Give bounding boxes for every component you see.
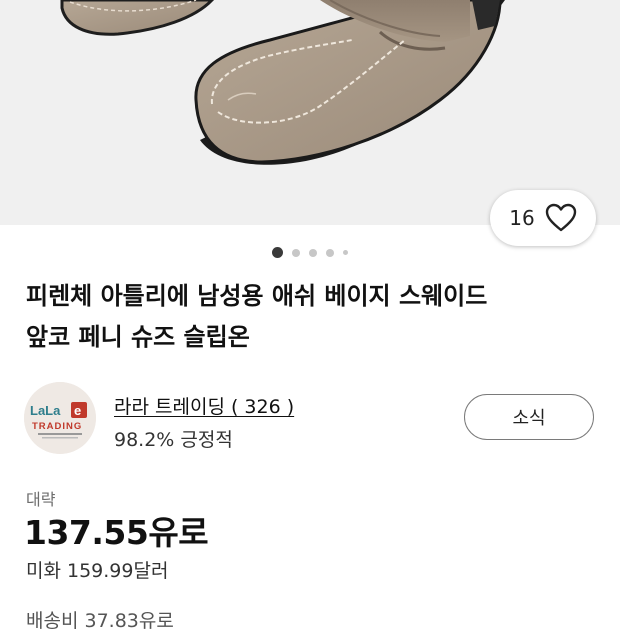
- seller-logo-text: LaLa: [30, 403, 61, 418]
- price: 137.55유로: [24, 513, 209, 552]
- product-title: 피렌체 아틀리에 남성용 애쉬 베이지 스웨이드 앞코 페니 슈즈 슬립온: [26, 276, 596, 358]
- product-title-line1: 피렌체 아틀리에 남성용 애쉬 베이지 스웨이드: [26, 282, 488, 310]
- gallery-dot[interactable]: [343, 250, 348, 255]
- gallery-dot-active[interactable]: [272, 247, 283, 258]
- like-button[interactable]: 16: [490, 190, 596, 246]
- follow-button[interactable]: 소식: [464, 394, 594, 440]
- gallery-dot[interactable]: [309, 248, 317, 257]
- gallery-indicator: [0, 247, 620, 258]
- gallery-dot[interactable]: [292, 248, 300, 257]
- seller-logo[interactable]: LaLa e TRADING: [24, 382, 96, 454]
- seller-logo-graphic: LaLa e TRADING: [24, 382, 96, 454]
- seller-logo-sub: TRADING: [32, 421, 82, 432]
- usd-price: 미화 159.99달러: [26, 560, 169, 582]
- seller-name-link[interactable]: 라라 트레이딩 ( 326 ): [114, 392, 294, 419]
- heart-icon: [545, 203, 576, 232]
- like-count: 16: [509, 206, 535, 230]
- product-title-line2: 앞코 페니 슈즈 슬립온: [26, 323, 250, 351]
- gallery-dot[interactable]: [326, 248, 334, 257]
- seller-section: LaLa e TRADING 라라 트레이딩 ( 326 ) 98.2% 긍정적…: [24, 382, 596, 456]
- seller-feedback: 98.2% 긍정적: [114, 429, 233, 451]
- seller-logo-badge: e: [74, 403, 81, 418]
